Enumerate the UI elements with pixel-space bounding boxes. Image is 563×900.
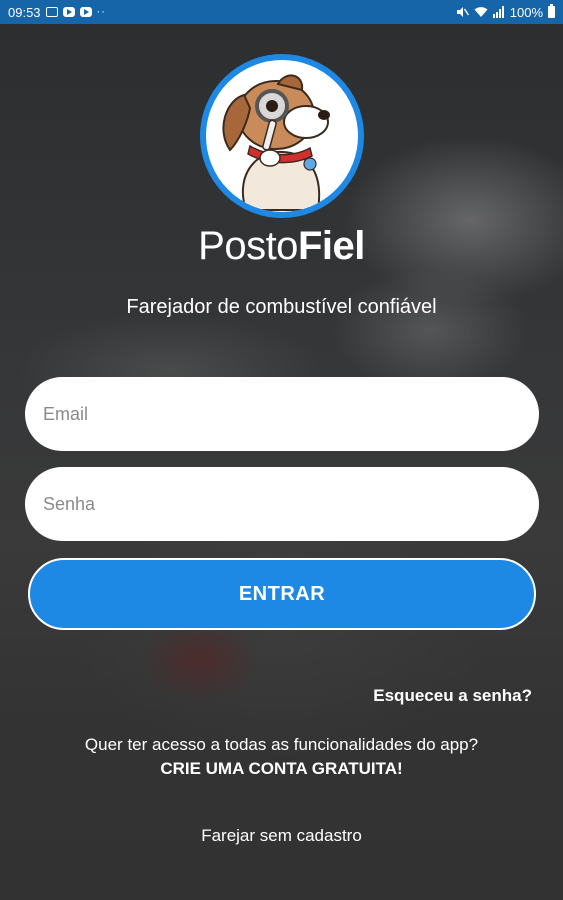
status-right: 100% (456, 4, 555, 20)
more-notifications-icon: ·· (96, 6, 106, 18)
video-notification-icon (79, 7, 92, 17)
guest-access-link[interactable]: Farejar sem cadastro (0, 826, 563, 846)
battery-percent: 100% (509, 4, 543, 20)
dog-with-magnifier-logo (200, 54, 364, 218)
status-time: 09:53 (8, 4, 41, 20)
forgot-password-link[interactable]: Esqueceu a senha? (373, 686, 532, 706)
password-field[interactable] (25, 467, 539, 541)
brand-name-light: Posto (198, 224, 298, 268)
login-button[interactable]: ENTRAR (28, 558, 536, 630)
status-left: 09:53 ·· (8, 5, 106, 20)
password-input[interactable] (43, 493, 539, 515)
signup-question: Quer ter acesso a todas as funcionalidad… (84, 735, 479, 754)
mute-icon (456, 7, 469, 17)
wifi-icon (474, 7, 488, 17)
brand-name: PostoFiel (0, 224, 563, 269)
youtube-notification-icon (62, 7, 75, 17)
email-input[interactable] (43, 403, 539, 425)
create-account-link[interactable]: CRIE UMA CONTA GRATUITA! (0, 759, 563, 779)
battery-icon (548, 4, 555, 18)
brand-name-bold: Fiel (297, 224, 365, 268)
mascot-illustration (222, 74, 330, 211)
image-notification-icon (45, 7, 58, 17)
status-bar: 09:53 ·· 100% (0, 0, 563, 24)
email-field[interactable] (25, 377, 539, 451)
tagline: Farejador de combustível confiável (126, 296, 437, 318)
signal-icon (492, 6, 504, 18)
